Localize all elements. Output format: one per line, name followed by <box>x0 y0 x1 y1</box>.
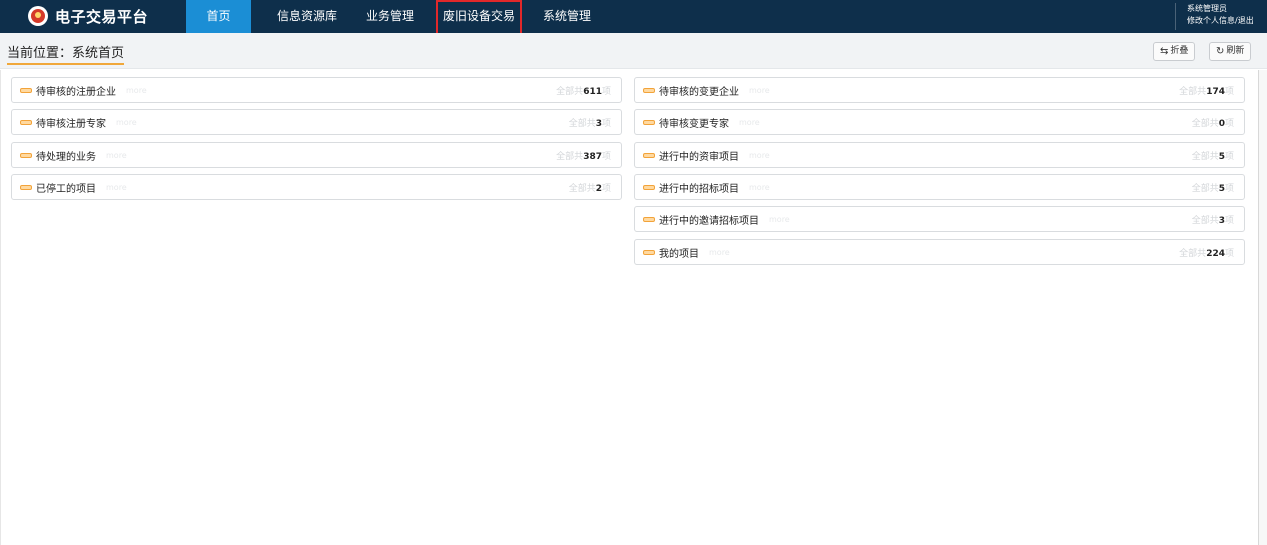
top-navigation-bar: 电子交易平台 首页 信息资源库 业务管理 废旧设备交易 系统管理 系统管理员 修… <box>0 0 1267 40</box>
item-count: 全部共3项 <box>568 119 611 129</box>
app-title: 电子交易平台 <box>55 7 149 26</box>
count-value: 174 <box>1206 87 1225 97</box>
item-label: 待审核的注册企业 <box>36 86 116 98</box>
item-more: more <box>749 150 770 160</box>
list-item[interactable]: 待审核注册专家 more 全部共3项 <box>11 109 622 135</box>
tag-icon <box>20 152 32 158</box>
breadcrumb: 当前位置：系统首页 <box>7 42 125 65</box>
item-count: 全部共3项 <box>1191 216 1234 226</box>
list-item[interactable]: 进行中的资审项目 more 全部共5项 <box>634 142 1245 168</box>
tag-icon <box>643 249 655 255</box>
refresh-icon: ↻ <box>1216 46 1225 57</box>
count-value: 224 <box>1206 249 1225 259</box>
item-count: 全部共174项 <box>1179 87 1234 97</box>
tag-icon <box>643 216 655 222</box>
item-label: 我的项目 <box>659 248 699 260</box>
user-links[interactable]: 修改个人信息/退出 <box>1187 15 1267 27</box>
nav-item-business-management[interactable]: 业务管理 <box>357 0 423 33</box>
item-label: 已停工的项目 <box>36 183 96 195</box>
tag-icon <box>643 119 655 125</box>
tag-icon <box>643 152 655 158</box>
user-box: 系统管理员 修改个人信息/退出 <box>1175 3 1267 30</box>
item-more: more <box>116 117 137 127</box>
refresh-label: 刷新 <box>1226 46 1245 56</box>
item-more: more <box>749 182 770 192</box>
item-label: 待审核注册专家 <box>36 118 106 130</box>
nav-item-system-management[interactable]: 系统管理 <box>534 0 600 33</box>
nav-item-resource-library[interactable]: 信息资源库 <box>268 0 346 33</box>
refresh-button[interactable]: ↻ 刷新 <box>1209 42 1252 61</box>
list-item[interactable]: 待审核的注册企业 more 全部共611项 <box>11 77 622 103</box>
item-count: 全部共387项 <box>556 152 611 162</box>
item-more: more <box>769 214 790 224</box>
count-value: 611 <box>583 87 602 97</box>
tag-icon <box>643 87 655 93</box>
item-label: 进行中的资审项目 <box>659 151 739 163</box>
nav-item-home[interactable]: 首页 <box>186 0 251 33</box>
item-label: 待处理的业务 <box>36 151 96 163</box>
list-item[interactable]: 我的项目 more 全部共224项 <box>634 239 1245 265</box>
item-label: 进行中的招标项目 <box>659 183 739 195</box>
item-more: more <box>126 85 147 95</box>
item-more: more <box>739 117 760 127</box>
list-item[interactable]: 待处理的业务 more 全部共387项 <box>11 142 622 168</box>
item-more: more <box>106 182 127 192</box>
list-item[interactable]: 进行中的招标项目 more 全部共5项 <box>634 174 1245 200</box>
item-more: more <box>749 85 770 95</box>
user-role: 系统管理员 <box>1187 4 1227 13</box>
brand[interactable]: 电子交易平台 <box>28 5 148 27</box>
item-more: more <box>106 150 127 160</box>
collapse-label: 折叠 <box>1170 46 1189 56</box>
breadcrumb-bar: 当前位置：系统首页 ⇆ 折叠 ↻ 刷新 <box>0 33 1267 69</box>
count-value: 387 <box>583 152 602 162</box>
emblem-icon <box>28 6 48 26</box>
item-count: 全部共5项 <box>1191 152 1234 162</box>
list-item[interactable]: 待审核变更专家 more 全部共0项 <box>634 109 1245 135</box>
collapse-button[interactable]: ⇆ 折叠 <box>1153 42 1196 61</box>
item-count: 全部共5项 <box>1191 184 1234 194</box>
tag-icon <box>20 119 32 125</box>
item-label: 待审核变更专家 <box>659 118 729 130</box>
item-label: 进行中的邀请招标项目 <box>659 215 759 227</box>
item-count: 全部共0项 <box>1191 119 1234 129</box>
collapse-icon: ⇆ <box>1160 46 1169 57</box>
tag-icon <box>20 184 32 190</box>
item-count: 全部共2项 <box>568 184 611 194</box>
item-count: 全部共611项 <box>556 87 611 97</box>
list-item[interactable]: 进行中的邀请招标项目 more 全部共3项 <box>634 206 1245 232</box>
item-more: more <box>709 247 730 257</box>
tag-icon <box>643 184 655 190</box>
list-item[interactable]: 待审核的变更企业 more 全部共174项 <box>634 77 1245 103</box>
item-label: 待审核的变更企业 <box>659 86 739 98</box>
scrollbar-track[interactable] <box>1259 70 1267 545</box>
item-count: 全部共224项 <box>1179 249 1234 259</box>
list-item[interactable]: 已停工的项目 more 全部共2项 <box>11 174 622 200</box>
tag-icon <box>20 87 32 93</box>
